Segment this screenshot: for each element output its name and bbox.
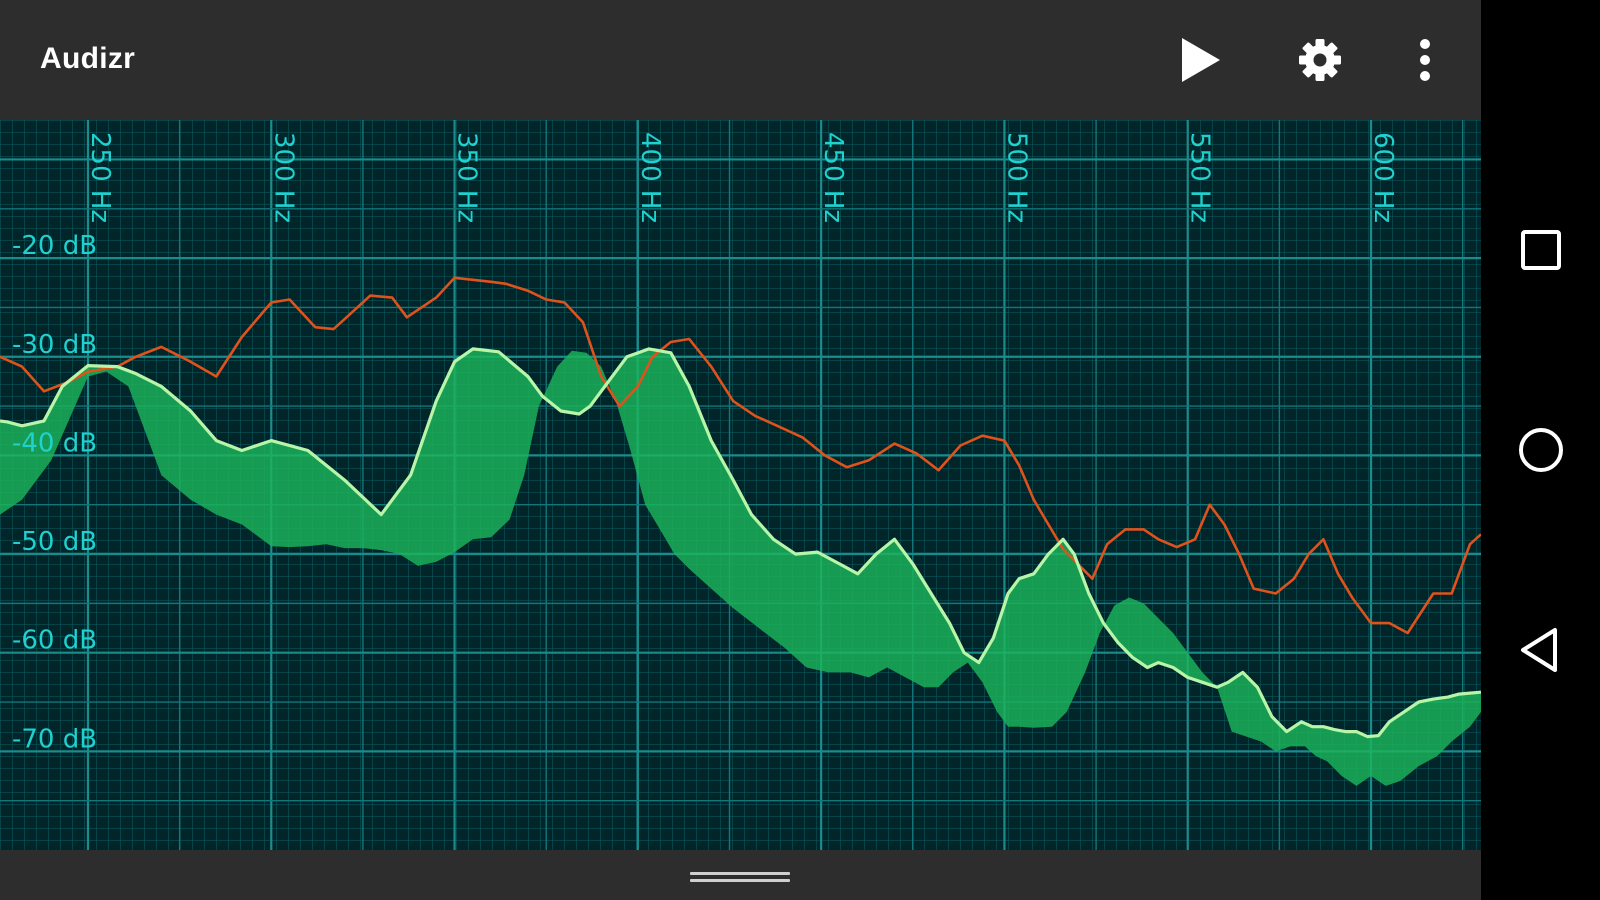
drag-handle[interactable] xyxy=(690,870,790,884)
x-tick-label: 300 Hz xyxy=(268,132,298,223)
back-button[interactable] xyxy=(1509,618,1573,682)
app-bar: Audizr xyxy=(0,0,1481,120)
x-tick-label: 400 Hz xyxy=(635,132,665,223)
play-icon xyxy=(1182,38,1220,82)
x-tick-label: 450 Hz xyxy=(818,132,848,223)
x-tick-label: 500 Hz xyxy=(1001,132,1031,223)
y-tick-label: -40 dB xyxy=(12,428,97,458)
spectrum-chart: 250 Hz 300 Hz 350 Hz 400 Hz 450 Hz 500 Hz 550 … xyxy=(0,120,1481,850)
spectrum-analyzer[interactable]: 250 Hz 300 Hz 350 Hz 400 Hz 450 Hz 500 Hz 550 … xyxy=(0,120,1481,850)
app-title: Audizr xyxy=(40,42,136,75)
navigation-bar xyxy=(1481,0,1600,900)
x-tick-label: 550 Hz xyxy=(1185,132,1215,223)
y-tick-label: -50 dB xyxy=(12,527,97,557)
x-tick-label: 600 Hz xyxy=(1368,132,1398,223)
recents-icon xyxy=(1521,230,1561,270)
overflow-menu-button[interactable] xyxy=(1395,30,1455,90)
x-tick-label: 350 Hz xyxy=(452,132,482,223)
back-icon xyxy=(1521,628,1557,672)
y-tick-label: -60 dB xyxy=(12,626,97,656)
y-tick-label: -70 dB xyxy=(12,724,97,754)
y-tick-label: -20 dB xyxy=(12,231,97,261)
home-icon xyxy=(1519,428,1563,472)
bottom-panel xyxy=(0,850,1481,900)
gear-icon xyxy=(1299,39,1341,81)
more-vert-icon xyxy=(1420,39,1430,81)
settings-button[interactable] xyxy=(1290,30,1350,90)
y-tick-label: -30 dB xyxy=(12,330,97,360)
play-button[interactable] xyxy=(1170,30,1230,90)
recents-button[interactable] xyxy=(1509,218,1573,282)
x-tick-label: 250 Hz xyxy=(85,132,115,223)
home-button[interactable] xyxy=(1509,418,1573,482)
